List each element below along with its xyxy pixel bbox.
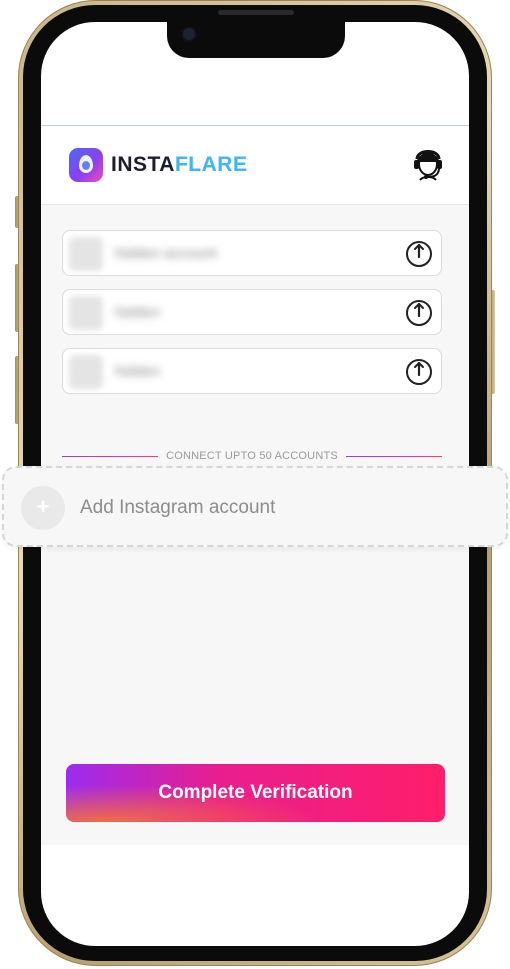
account-row[interactable]: hidden (62, 348, 442, 394)
headset-support-icon[interactable] (411, 146, 445, 182)
account-row[interactable]: hidden account (62, 230, 442, 276)
flame-drop-logo-icon (69, 148, 103, 182)
account-username: hidden account (115, 245, 217, 262)
add-account-label: Add Instagram account (80, 497, 276, 518)
divider-line-left (62, 456, 158, 457)
app-header: INSTAFLARE (41, 126, 469, 205)
account-avatar (69, 237, 103, 271)
power-icon[interactable] (405, 240, 433, 268)
power-icon[interactable] (405, 299, 433, 327)
account-username: hidden (115, 363, 161, 380)
divider-line-right (346, 456, 442, 457)
brand-name-part-1: INSTA (111, 153, 175, 176)
brand-name-part-2: FLARE (174, 153, 248, 176)
plus-icon: + (21, 486, 65, 530)
connect-limit-divider: CONNECT UPTO 50 ACCOUNTS (62, 449, 442, 463)
account-avatar (69, 355, 103, 389)
front-camera (183, 28, 195, 40)
power-icon[interactable] (405, 358, 433, 386)
earpiece-speaker (218, 10, 294, 15)
phone-notch (167, 22, 345, 58)
brand-logo-text: INSTAFLARE (111, 152, 247, 178)
account-username: hidden (115, 304, 161, 321)
add-instagram-account-button[interactable]: + Add Instagram account (2, 466, 508, 547)
complete-verification-button[interactable]: Complete Verification (66, 764, 445, 822)
account-row[interactable]: hidden (62, 289, 442, 335)
phone-mockup: INSTAFLARE hidden account hidden hidden … (0, 0, 510, 969)
connect-limit-text: CONNECT UPTO 50 ACCOUNTS (166, 450, 338, 462)
account-avatar (69, 296, 103, 330)
